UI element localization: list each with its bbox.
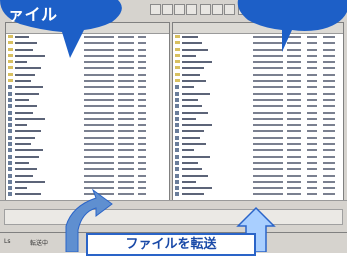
bubble-text: ァイル	[8, 5, 58, 24]
annotation-overlay	[0, 0, 347, 252]
right-speech-bubble	[237, 0, 347, 52]
transfer-caption: ファイルを転送	[86, 233, 256, 256]
